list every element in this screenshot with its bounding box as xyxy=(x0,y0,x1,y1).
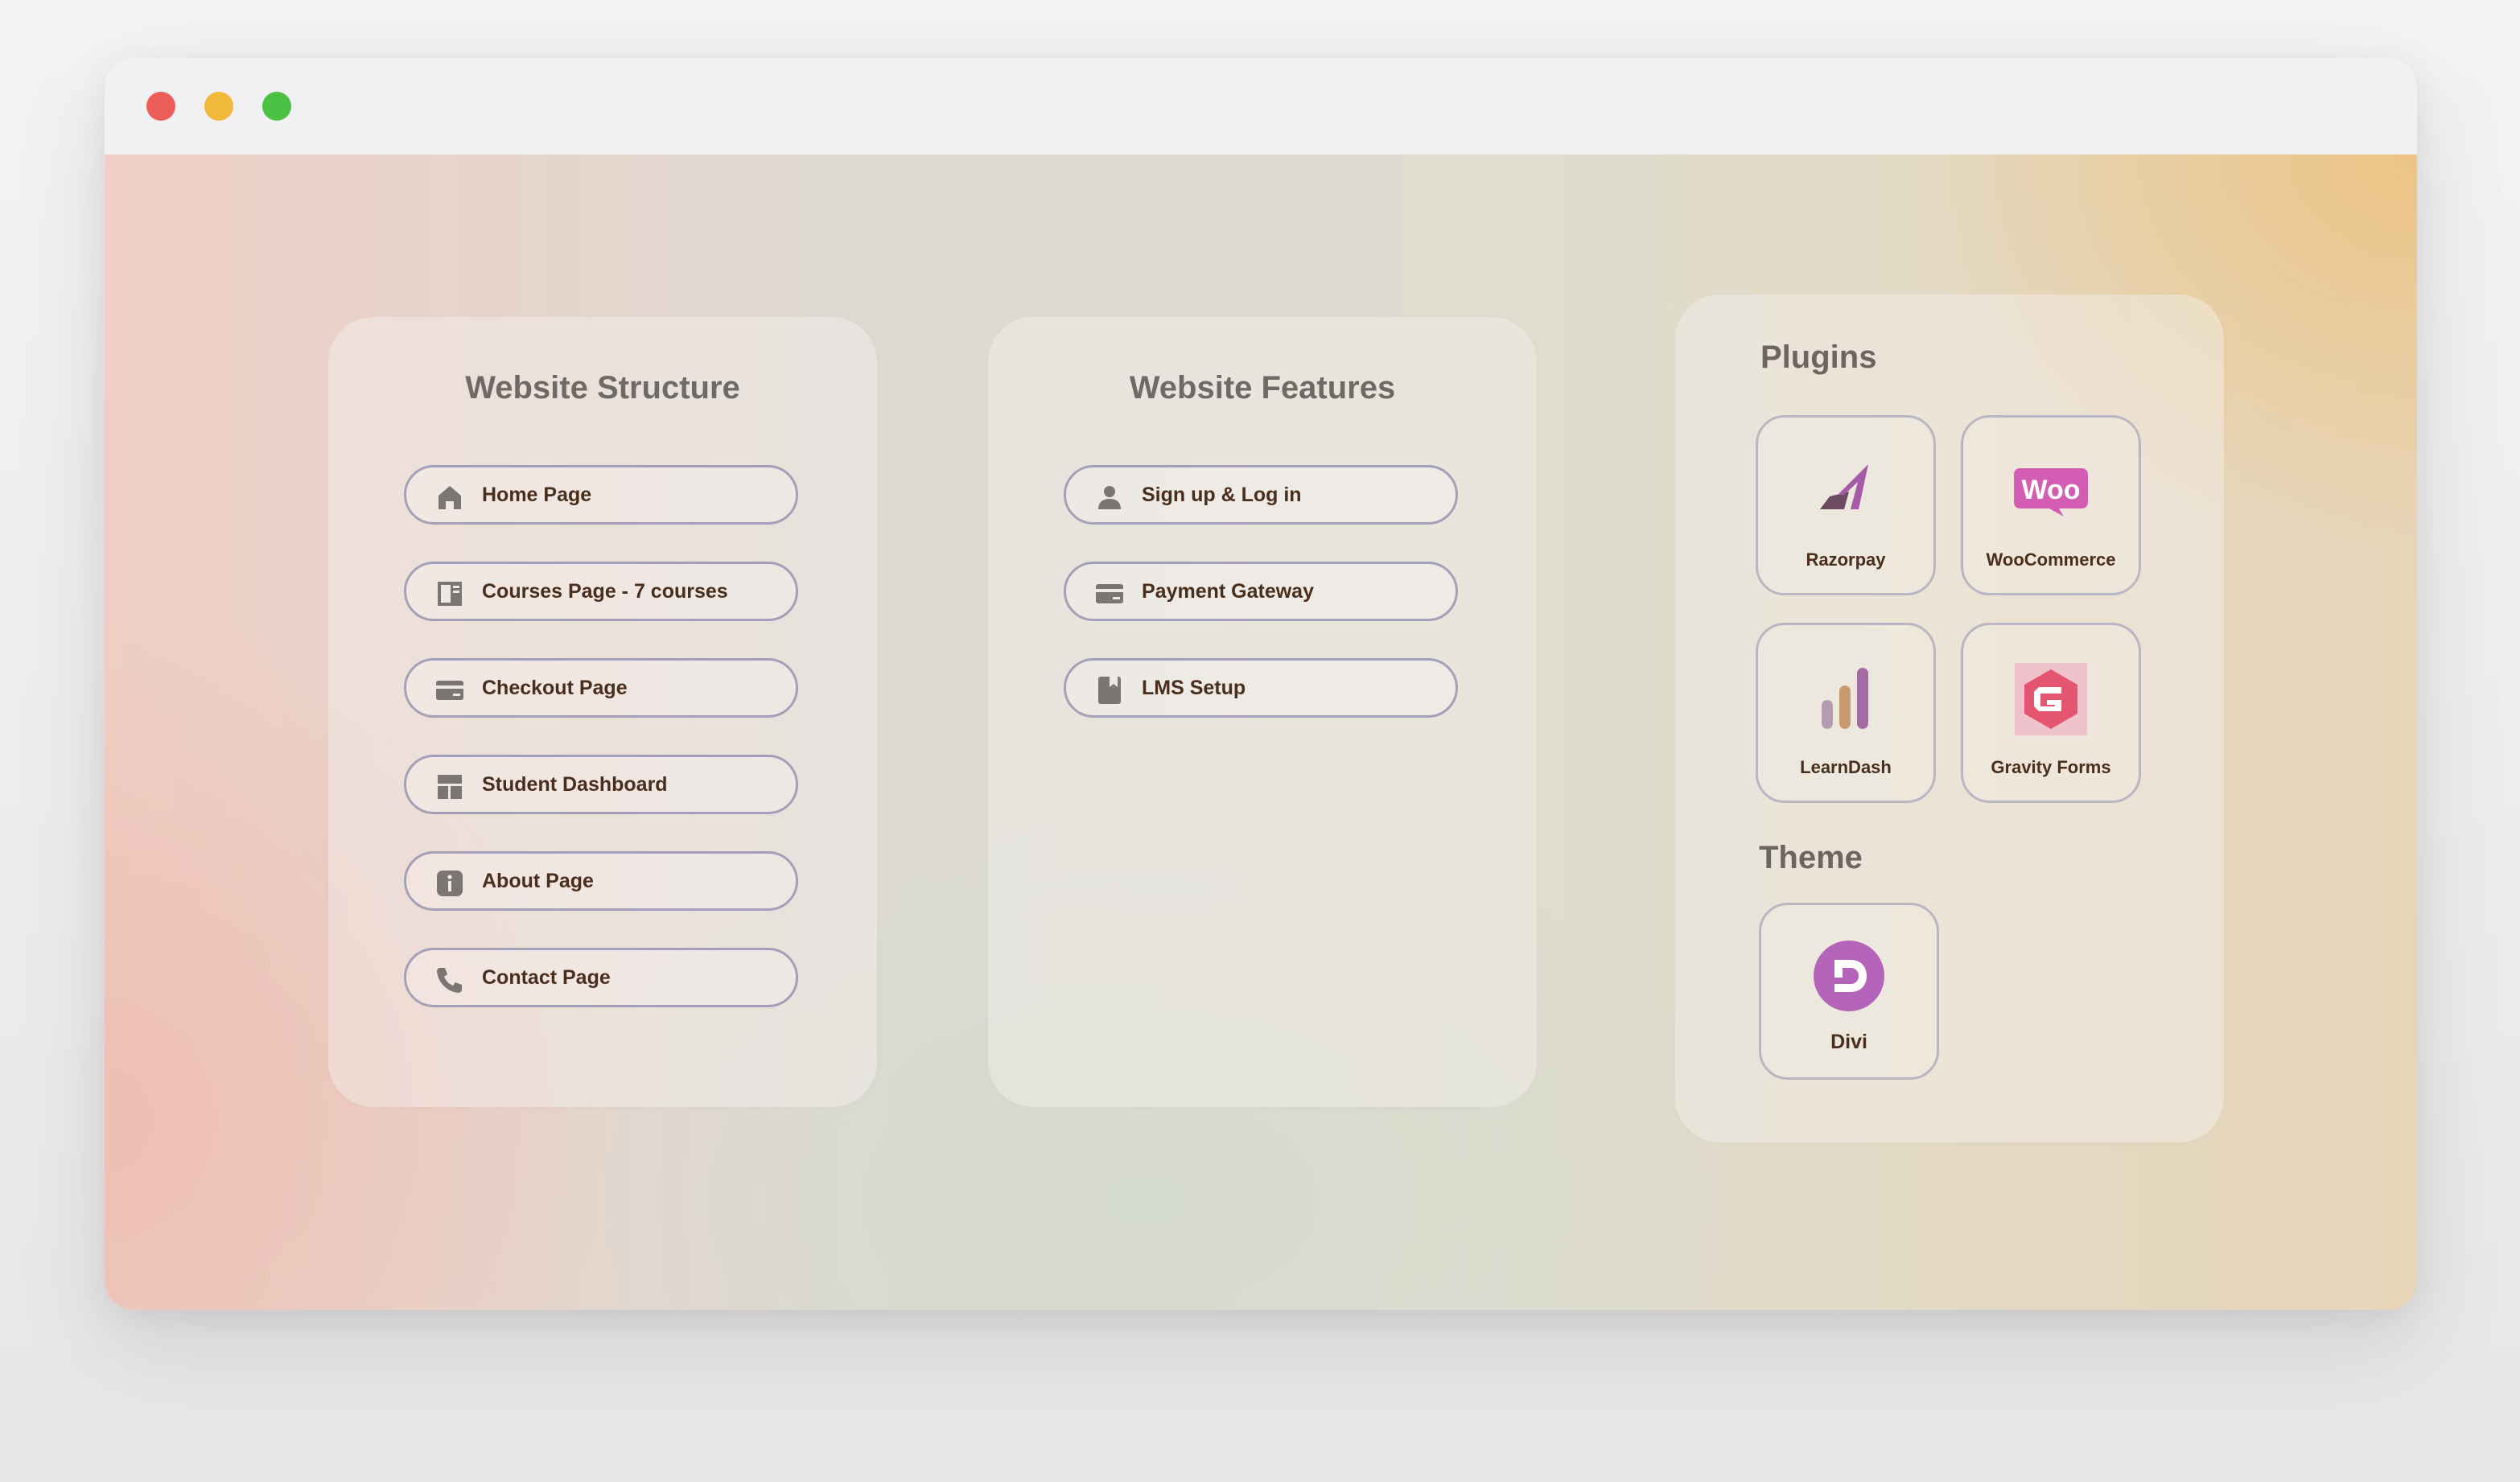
plugins-panel: Plugins Razorpay Woo WooCommerce LearnDa… xyxy=(1675,294,2224,1142)
student-dashboard-label: Student Dashboard xyxy=(482,772,668,796)
checkout-page-label: Checkout Page xyxy=(482,676,628,699)
desktop-background: Website Structure Home Page Courses Page… xyxy=(0,0,2520,1482)
woocommerce-label: WooCommerce xyxy=(1986,550,2116,570)
window-titlebar xyxy=(105,58,2417,154)
contact-page-item[interactable]: Contact Page xyxy=(404,948,798,1007)
person-icon xyxy=(1095,483,1124,512)
gravity-forms-logo-icon xyxy=(2012,661,2090,738)
close-window-button[interactable] xyxy=(146,92,175,121)
divi-logo-icon xyxy=(1810,937,1888,1015)
maximize-window-button[interactable] xyxy=(262,92,291,121)
theme-title: Theme xyxy=(1759,840,1863,875)
signup-login-item[interactable]: Sign up & Log in xyxy=(1064,465,1458,525)
home-page-item[interactable]: Home Page xyxy=(404,465,798,525)
app-window: Website Structure Home Page Courses Page… xyxy=(105,58,2417,1310)
minimize-window-button[interactable] xyxy=(204,92,233,121)
payment-gateway-label: Payment Gateway xyxy=(1142,579,1314,603)
razorpay-logo-icon xyxy=(1807,453,1884,530)
gravity-forms-tile[interactable]: Gravity Forms xyxy=(1961,623,2141,803)
lms-setup-item[interactable]: LMS Setup xyxy=(1064,658,1458,718)
razorpay-label: Razorpay xyxy=(1806,550,1886,570)
info-icon xyxy=(435,869,464,898)
website-features-title: Website Features xyxy=(1129,370,1396,405)
signup-login-label: Sign up & Log in xyxy=(1142,483,1302,506)
document-icon xyxy=(435,579,464,608)
student-dashboard-item[interactable]: Student Dashboard xyxy=(404,755,798,814)
home-page-label: Home Page xyxy=(482,483,592,506)
learndash-tile[interactable]: LearnDash xyxy=(1756,623,1936,803)
courses-page-label: Courses Page - 7 courses xyxy=(482,579,728,603)
contact-page-label: Contact Page xyxy=(482,965,611,989)
courses-page-item[interactable]: Courses Page - 7 courses xyxy=(404,562,798,621)
about-page-item[interactable]: About Page xyxy=(404,851,798,911)
website-structure-panel: Website Structure Home Page Courses Page… xyxy=(328,317,877,1107)
card-icon xyxy=(1095,579,1124,608)
checkout-page-item[interactable]: Checkout Page xyxy=(404,658,798,718)
card-icon xyxy=(435,676,464,705)
home-icon xyxy=(435,483,464,512)
plugins-title: Plugins xyxy=(1760,340,1877,375)
lms-setup-label: LMS Setup xyxy=(1142,676,1246,699)
gravity-forms-label: Gravity Forms xyxy=(1991,757,2111,777)
woocommerce-tile[interactable]: Woo WooCommerce xyxy=(1961,415,2141,595)
payment-gateway-item[interactable]: Payment Gateway xyxy=(1064,562,1458,621)
content-canvas: Website Structure Home Page Courses Page… xyxy=(105,154,2417,1310)
learndash-label: LearnDash xyxy=(1800,757,1892,777)
dashboard-icon xyxy=(435,772,464,801)
website-features-panel: Website Features Sign up & Log in Paymen… xyxy=(988,317,1537,1107)
website-structure-title: Website Structure xyxy=(465,370,740,405)
svg-text:Woo: Woo xyxy=(2021,475,2080,505)
phone-icon xyxy=(435,965,464,994)
about-page-label: About Page xyxy=(482,869,594,892)
woocommerce-logo-icon: Woo xyxy=(2012,453,2090,530)
razorpay-tile[interactable]: Razorpay xyxy=(1756,415,1936,595)
book-icon xyxy=(1095,676,1124,705)
learndash-logo-icon xyxy=(1807,661,1884,738)
divi-tile[interactable]: Divi xyxy=(1759,903,1939,1080)
divi-label: Divi xyxy=(1830,1031,1867,1053)
